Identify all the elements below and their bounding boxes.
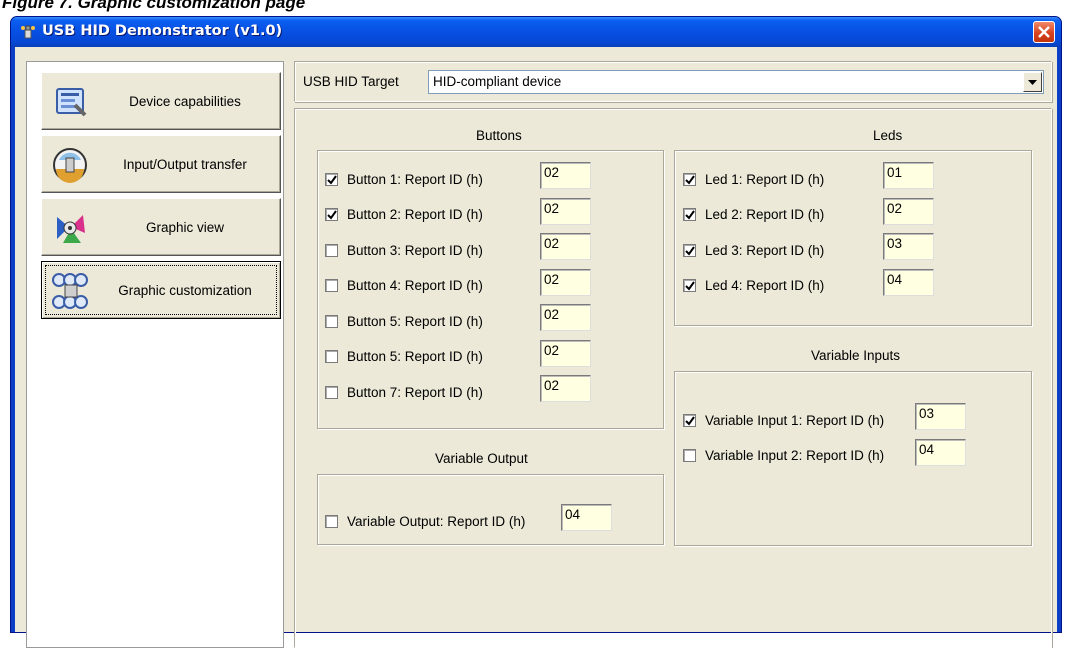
button-label[interactable]: Button 2: Report ID (h) [347,207,483,222]
button-label[interactable]: Button 5: Report ID (h) [347,314,483,329]
variable-input-row: Variable Input 1: Report ID (h) [683,410,884,430]
led-report-id-field[interactable]: 04 [883,268,934,296]
nav-label: Input/Output transfer [123,156,247,172]
led-report-id-field[interactable]: 02 [883,197,934,225]
button-label[interactable]: Button 5: Report ID (h) [347,349,483,364]
button-report-id-field[interactable]: 02 [540,339,591,367]
button-report-id-field[interactable]: 02 [540,304,591,331]
button-checkbox[interactable] [325,350,338,363]
led-report-id-field[interactable]: 01 [883,162,934,189]
close-button[interactable] [1033,21,1055,43]
variable-input-checkbox[interactable] [683,449,696,462]
graphic-view-icon [51,209,89,247]
button-row: Button 5: Report ID (h) [325,347,483,367]
button-row: Button 7: Report ID (h) [325,382,483,402]
led-row: Led 3: Report ID (h) [683,240,824,260]
usb-hid-target-value: HID-compliant device [433,74,562,89]
usb-plug-icon [20,24,36,40]
button-report-id-field[interactable]: 02 [540,268,591,296]
button-checkbox[interactable] [325,208,338,221]
led-row: Led 4: Report ID (h) [683,276,824,296]
button-checkbox[interactable] [325,314,338,328]
graphic-customization-icon [51,272,89,310]
button-checkbox[interactable] [325,279,338,292]
button-row: Button 5: Report ID (h) [325,311,483,331]
checkmark-icon [685,415,695,426]
checkmark-icon [685,174,695,185]
led-checkbox[interactable] [683,172,696,186]
window-title: USB HID Demonstrator (v1.0) [42,23,283,39]
variable-input-report-id-field[interactable]: 03 [915,403,966,430]
button-report-id-field[interactable]: 02 [540,233,591,260]
checkmark-icon [685,210,695,220]
variable-input-row: Variable Input 2: Report ID (h) [683,446,884,466]
chevron-down-icon [1028,80,1037,85]
nav-label: Graphic customization [118,282,252,298]
variable-inputs-group-title: Variable Inputs [811,348,901,363]
button-label[interactable]: Button 7: Report ID (h) [347,385,483,400]
variable-output-row: Variable Output: Report ID (h) [325,511,525,531]
checkmark-icon [685,245,695,256]
button-row: Button 1: Report ID (h) [325,169,483,189]
graphic-view-button[interactable]: Graphic view [41,198,281,256]
led-label[interactable]: Led 1: Report ID (h) [705,172,824,187]
nav-label: Graphic view [145,219,225,235]
buttons-group-title: Buttons [476,128,522,143]
led-row: Led 1: Report ID (h) [683,169,824,189]
variable-output-report-id-field[interactable]: 04 [561,504,612,531]
button-label[interactable]: Button 1: Report ID (h) [347,172,483,187]
client-area: Device capabilities Input/Output transfe… [15,47,1057,648]
button-report-id-field[interactable]: 02 [540,162,591,189]
variable-output-label[interactable]: Variable Output: Report ID (h) [347,514,525,529]
checkmark-icon [327,210,337,220]
dropdown-button[interactable] [1023,72,1042,92]
button-label[interactable]: Button 4: Report ID (h) [347,278,483,293]
variable-input-checkbox[interactable] [683,413,696,427]
navigation-panel: Device capabilities Input/Output transfe… [26,61,284,648]
input-output-icon [51,146,89,184]
graphic-customization-button[interactable]: Graphic customization [41,261,281,319]
checkmark-icon [327,174,337,185]
checkmark-icon [685,281,695,291]
led-label[interactable]: Led 3: Report ID (h) [705,243,824,258]
led-checkbox[interactable] [683,243,696,257]
app-window: USB HID Demonstrator (v1.0) Device capab… [10,16,1062,648]
title-bar[interactable]: USB HID Demonstrator (v1.0) [11,17,1061,47]
usb-hid-target-dropdown[interactable]: HID-compliant device [428,70,1044,94]
button-checkbox[interactable] [325,172,338,186]
variable-input-label[interactable]: Variable Input 1: Report ID (h) [705,413,884,428]
button-label[interactable]: Button 3: Report ID (h) [347,243,483,258]
button-row: Button 3: Report ID (h) [325,240,483,260]
customization-panel: Buttons Leds Variable Inputs Variable Ou… [294,108,1052,648]
button-report-id-field[interactable]: 02 [540,375,591,402]
figure-caption-text: Figure 7. Graphic customization page [2,0,306,12]
led-row: Led 2: Report ID (h) [683,205,824,225]
led-checkbox[interactable] [683,279,696,292]
input-output-transfer-button[interactable]: Input/Output transfer [41,135,281,193]
variable-input-report-id-field[interactable]: 04 [915,438,966,466]
button-checkbox[interactable] [325,243,338,257]
button-report-id-field[interactable]: 02 [540,197,591,225]
led-report-id-field[interactable]: 03 [883,233,934,260]
button-row: Button 4: Report ID (h) [325,276,483,296]
nav-label: Device capabilities [129,93,241,109]
variable-output-checkbox[interactable] [325,514,338,528]
leds-group-title: Leds [873,128,903,143]
usb-hid-target-group: USB HID Target HID-compliant device [294,61,1052,102]
button-checkbox[interactable] [325,385,338,399]
led-checkbox[interactable] [683,208,696,221]
variable-input-label[interactable]: Variable Input 2: Report ID (h) [705,448,884,463]
variable-output-group-title: Variable Output [435,451,528,466]
device-capabilities-icon [51,83,89,121]
document-figure-caption: Figure 7. Graphic customization page [0,0,1071,16]
button-row: Button 2: Report ID (h) [325,205,483,225]
led-label[interactable]: Led 4: Report ID (h) [705,278,824,293]
usb-hid-target-label: USB HID Target [303,74,399,89]
led-label[interactable]: Led 2: Report ID (h) [705,207,824,222]
device-capabilities-button[interactable]: Device capabilities [41,72,281,130]
close-icon [1038,26,1050,38]
